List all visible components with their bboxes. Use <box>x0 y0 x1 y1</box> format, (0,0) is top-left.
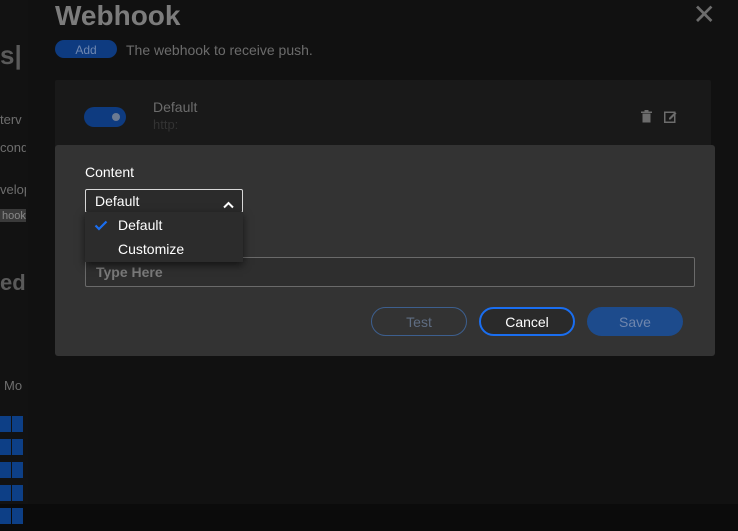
dropdown-option-customize[interactable]: Customize <box>118 241 184 257</box>
edit-icon[interactable] <box>664 110 677 123</box>
bg-grid-cell <box>12 416 23 432</box>
background-app: s| terv cond velop hook ed Mo <box>0 0 28 524</box>
webhook-edit-modal: Content Default Default Customize Test C… <box>55 145 715 356</box>
bg-grid-cell <box>12 439 23 455</box>
webhook-url: http: <box>153 117 179 132</box>
bg-label-fragment: cond <box>0 140 26 155</box>
content-label: Content <box>85 164 135 180</box>
toggle-knob <box>112 113 120 121</box>
panel-description: The webhook to receive push. <box>126 42 313 58</box>
bg-grid-cell <box>12 462 23 478</box>
bg-label-fragment: velop <box>0 182 26 197</box>
test-button[interactable]: Test <box>371 307 467 336</box>
panel-title: Webhook <box>55 0 181 31</box>
bg-grid-cell <box>12 485 23 501</box>
webhook-card: Default http: <box>55 80 711 150</box>
add-webhook-button[interactable]: Add <box>55 40 117 58</box>
content-select-value: Default <box>95 193 140 209</box>
save-button[interactable]: Save <box>587 307 683 336</box>
bg-grid-cell <box>0 416 11 432</box>
trash-icon[interactable] <box>641 110 653 123</box>
bg-grid-cell <box>0 439 11 455</box>
dropdown-option-default[interactable]: Default <box>118 217 162 233</box>
webhook-enable-toggle[interactable] <box>84 107 126 127</box>
bg-heading-fragment: s| <box>0 40 22 70</box>
content-dropdown: Default Customize <box>85 212 243 262</box>
bg-grid-cell <box>0 485 11 501</box>
bg-grid <box>0 416 26 531</box>
bg-label-fragment: Mo <box>4 378 23 393</box>
check-icon <box>94 218 108 236</box>
bg-heading-fragment: ed <box>0 270 26 295</box>
bg-chip-fragment: hook <box>0 209 26 222</box>
bg-grid-cell <box>0 462 11 478</box>
cancel-button[interactable]: Cancel <box>479 307 575 336</box>
chevron-up-icon <box>223 196 234 212</box>
bg-label-fragment: terv <box>0 112 22 127</box>
bg-grid-cell <box>0 508 11 524</box>
webhook-name: Default <box>153 99 198 115</box>
close-icon[interactable]: ✕ <box>693 0 716 31</box>
bg-grid-cell <box>12 508 23 524</box>
content-select[interactable]: Default <box>85 189 243 213</box>
bg-chip-wrap: hook <box>0 207 26 222</box>
